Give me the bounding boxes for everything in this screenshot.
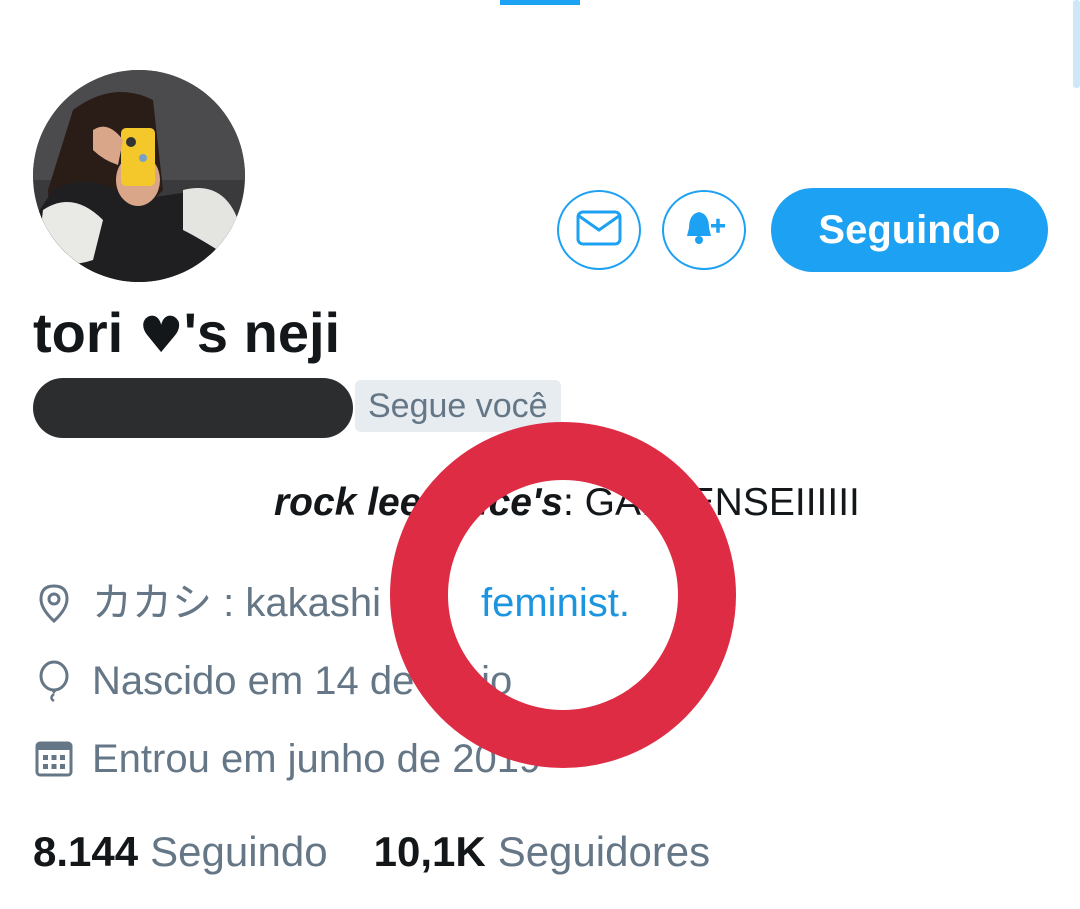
joined-text: Entrou em junho de 2019 <box>92 737 542 781</box>
followers-label: Seguidores <box>497 828 711 875</box>
message-button[interactable] <box>557 190 641 270</box>
calendar-icon <box>33 738 75 780</box>
bio-bold-text: rock lee voice's <box>274 481 563 524</box>
active-tab-indicator <box>500 0 580 5</box>
following-button[interactable]: Seguindo <box>771 188 1048 272</box>
envelope-icon <box>576 210 622 251</box>
bio: rock lee voice's: GAI SENSEIIIIII <box>274 478 860 528</box>
balloon-icon <box>33 660 75 702</box>
redacted-username <box>33 378 353 438</box>
birthday-row: Nascido em 14 de maio <box>33 656 512 706</box>
birth-text: Nascido em 14 de maio <box>92 659 513 703</box>
location-pin-icon <box>33 582 75 624</box>
avatar[interactable] <box>33 70 245 282</box>
location-row: カカシ : kakashi <box>33 578 381 628</box>
location-text: カカシ : kakashi <box>92 581 381 625</box>
joined-row: Entrou em junho de 2019 <box>33 734 541 784</box>
notifications-button[interactable] <box>662 190 746 270</box>
following-label: Seguindo <box>150 828 328 875</box>
followers-count: 10,1K <box>373 828 486 875</box>
profile-link[interactable]: feminist. <box>481 578 630 628</box>
display-name-suffix: 's neji <box>183 301 341 364</box>
display-name-text: tori <box>33 301 139 364</box>
heart-icon: ♥ <box>138 306 184 364</box>
follows-you-badge: Segue você <box>355 380 561 432</box>
followers-stat[interactable]: 10,1K Seguidores <box>374 825 711 879</box>
following-stat[interactable]: 8.144 Seguindo <box>33 825 328 879</box>
display-name: tori ♥'s neji <box>33 298 340 370</box>
scrollbar[interactable] <box>1073 0 1080 88</box>
following-count: 8.144 <box>33 828 139 875</box>
bell-plus-icon <box>681 206 727 255</box>
profile-stats: 8.144 Seguindo 10,1K Seguidores <box>33 825 710 879</box>
following-button-label: Seguindo <box>818 207 1001 252</box>
bio-text: : GAI SENSEIIIIII <box>562 481 860 524</box>
